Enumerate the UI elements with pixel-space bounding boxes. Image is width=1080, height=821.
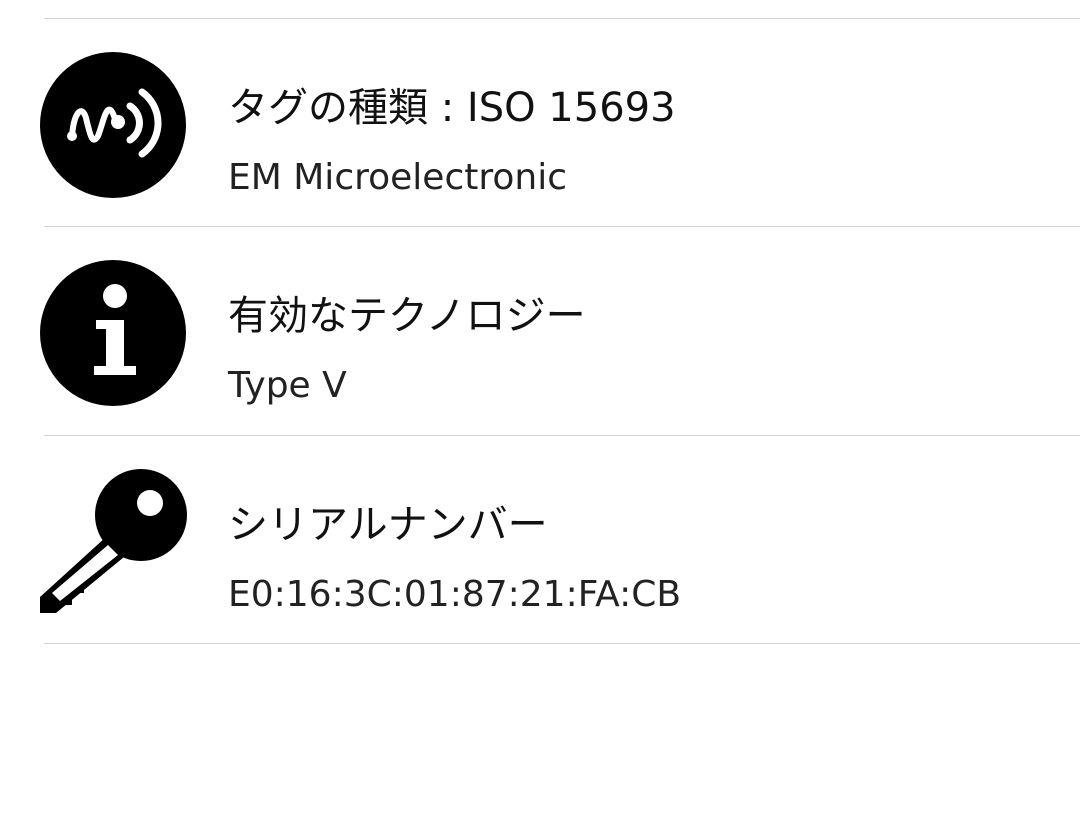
serial-number-row[interactable]: シリアルナンバー E0:16:3C:01:87:21:FA:CB [0, 435, 1080, 643]
tag-type-value: EM Microelectronic [228, 157, 567, 198]
nfc-tag-icon [38, 50, 190, 202]
divider-bottom [44, 643, 1080, 644]
technology-row[interactable]: 有効なテクノロジー Type V [0, 226, 1080, 434]
tag-type-title: タグの種類 : ISO 15693 [228, 85, 676, 131]
serial-number-title: シリアルナンバー [228, 502, 548, 548]
technology-title: 有効なテクノロジー [228, 293, 586, 339]
info-icon [38, 258, 190, 410]
tag-type-row[interactable]: タグの種類 : ISO 15693 EM Microelectronic [0, 18, 1080, 226]
technology-value: Type V [228, 365, 347, 406]
key-icon [38, 465, 190, 617]
serial-number-value: E0:16:3C:01:87:21:FA:CB [228, 574, 682, 615]
